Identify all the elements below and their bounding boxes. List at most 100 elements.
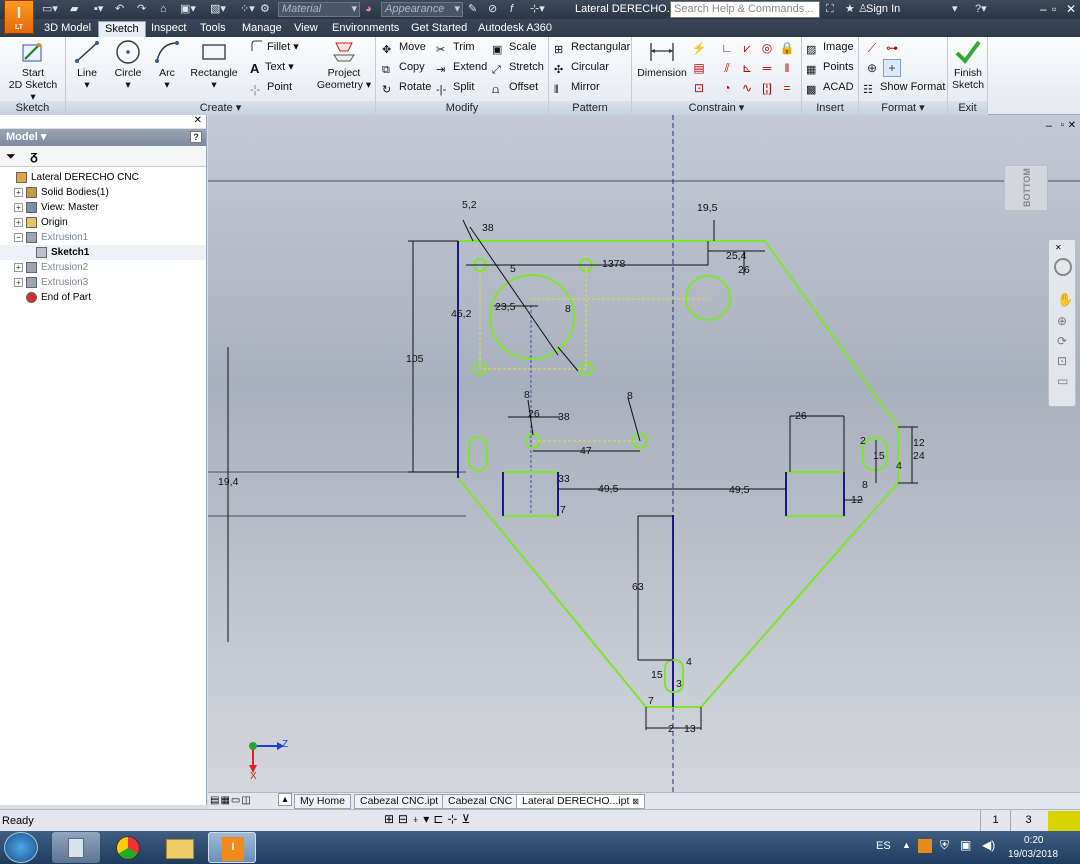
- close-icon[interactable]: ✕: [1066, 2, 1076, 16]
- open-icon[interactable]: ▰: [70, 2, 78, 17]
- save-icon[interactable]: ▪▾: [94, 2, 103, 17]
- dim-label[interactable]: 2: [668, 723, 674, 735]
- dim-label[interactable]: 38: [558, 411, 570, 423]
- tab-a360[interactable]: Autodesk A360: [472, 21, 558, 37]
- search-input[interactable]: Search Help & Commands...: [670, 1, 820, 18]
- doc-tab-lateral-active[interactable]: Lateral DERECHO...ipt ⊠: [516, 794, 645, 809]
- dim-label[interactable]: 12: [913, 437, 925, 449]
- tree-expand-icon[interactable]: +: [14, 218, 23, 227]
- dim-label[interactable]: 7: [648, 695, 654, 707]
- dim-label[interactable]: 8: [862, 479, 868, 491]
- tree-node[interactable]: + Extrusion3: [0, 275, 206, 290]
- fx-icon[interactable]: f: [510, 2, 513, 17]
- tree-node[interactable]: + View: Master: [0, 200, 206, 215]
- stretch-button[interactable]: ⤢ Stretch: [492, 58, 544, 76]
- driven-dimension-icon[interactable]: +: [883, 59, 901, 77]
- minimize-icon[interactable]: –: [1040, 2, 1047, 16]
- taskbar-inventor[interactable]: I: [208, 832, 256, 863]
- dimension-button[interactable]: Dimension: [636, 39, 688, 79]
- tree-expand-icon[interactable]: −: [14, 233, 23, 242]
- browser-title[interactable]: Model ▾ ?: [0, 129, 206, 146]
- zoom-icon[interactable]: ⊕: [1057, 314, 1067, 328]
- taskbar-chrome[interactable]: [104, 832, 152, 863]
- doc-tab-cabezal-ipt[interactable]: Cabezal CNC.ipt: [354, 794, 445, 809]
- coincident-icon[interactable]: ∟: [718, 39, 736, 57]
- dim-label[interactable]: 3: [676, 678, 682, 690]
- tree-node[interactable]: + Origin: [0, 215, 206, 230]
- extend-button[interactable]: ⇥ Extend: [436, 58, 487, 76]
- tab-view[interactable]: View: [288, 21, 324, 37]
- clock-date[interactable]: 19/03/2018: [1008, 849, 1058, 860]
- rectangle-button[interactable]: Rectangle ▾: [188, 39, 240, 91]
- horizontal-icon[interactable]: ═: [758, 59, 776, 77]
- tangent-icon[interactable]: ◔: [718, 79, 736, 97]
- help-icon[interactable]: ?▾: [975, 2, 987, 17]
- tree-node[interactable]: Sketch1: [0, 245, 206, 260]
- browser-help-icon[interactable]: ?: [190, 131, 202, 143]
- taskbar-calculator[interactable]: [52, 832, 100, 863]
- tab-manage[interactable]: Manage: [236, 21, 288, 37]
- arc-button[interactable]: Arc ▾: [152, 39, 182, 91]
- plus-icon[interactable]: ⊹▾: [530, 2, 545, 17]
- parallel-icon[interactable]: ⫽: [718, 59, 736, 77]
- tab-sketch[interactable]: Sketch: [98, 21, 146, 37]
- concentric-icon[interactable]: ◎: [758, 39, 776, 57]
- dim-label[interactable]: 24: [913, 450, 925, 462]
- tab-menu-icon[interactable]: ▴: [278, 793, 292, 806]
- vertical-icon[interactable]: ‖: [778, 59, 796, 77]
- centerline-icon[interactable]: ⊶: [883, 39, 901, 57]
- fillet-button[interactable]: Fillet ▾: [250, 38, 299, 56]
- tree-expand-icon[interactable]: +: [14, 263, 23, 272]
- new-icon[interactable]: ▭▾: [42, 2, 58, 17]
- update-icon[interactable]: ▧▾: [210, 2, 226, 17]
- start-button[interactable]: [4, 832, 38, 863]
- dim-label[interactable]: 26: [738, 264, 750, 276]
- binoculars-icon[interactable]: ⛶: [826, 2, 834, 17]
- tab-inspect[interactable]: Inspect: [145, 21, 192, 37]
- tab-get-started[interactable]: Get Started: [405, 21, 473, 37]
- dim-label[interactable]: 2: [860, 435, 866, 447]
- signin-dropdown-icon[interactable]: ▾: [952, 2, 958, 17]
- dim-label[interactable]: 33: [558, 473, 570, 485]
- navbar-close-icon[interactable]: ✕: [1055, 243, 1062, 252]
- redo-icon[interactable]: ↷: [137, 2, 146, 17]
- circle-button[interactable]: Circle ▾: [110, 39, 146, 91]
- rectangular-pattern-button[interactable]: ⊞ Rectangular: [554, 38, 630, 56]
- dim-label[interactable]: 26: [795, 410, 807, 422]
- auto-dimension-icon[interactable]: ⚡: [690, 39, 708, 57]
- dim-label[interactable]: 7: [560, 504, 566, 516]
- constraint-settings-icon[interactable]: ▤: [690, 59, 708, 77]
- dim-label[interactable]: 105: [406, 353, 424, 365]
- acad-button[interactable]: ▩ ACAD: [806, 78, 854, 96]
- tab-environments[interactable]: Environments: [326, 21, 405, 37]
- dim-label[interactable]: 1378: [602, 258, 625, 270]
- dim-label[interactable]: 5: [510, 263, 516, 275]
- clock-time[interactable]: 0:20: [1024, 835, 1043, 846]
- doc-tab-home[interactable]: My Home: [294, 794, 351, 809]
- dim-label[interactable]: 38: [482, 222, 494, 234]
- tree-node[interactable]: Lateral DERECHO CNC: [0, 170, 206, 185]
- dim-label[interactable]: 5,2: [462, 199, 477, 211]
- scale-button[interactable]: ▣ Scale: [492, 38, 537, 56]
- text-button[interactable]: A Text ▾: [250, 58, 294, 76]
- home-icon[interactable]: ⌂: [160, 2, 167, 17]
- dim-label[interactable]: 26: [528, 408, 540, 420]
- mirror-button[interactable]: ⫴ Mirror: [554, 78, 600, 96]
- filter-icon[interactable]: ⏷: [6, 149, 16, 164]
- view-face-icon[interactable]: ▭: [1057, 374, 1068, 388]
- tree-expand-icon[interactable]: +: [14, 188, 23, 197]
- dim-label[interactable]: 8: [524, 389, 530, 401]
- settings-icon[interactable]: ⚙: [260, 2, 270, 17]
- tree-expand-icon[interactable]: +: [14, 203, 23, 212]
- tree-node[interactable]: + Solid Bodies(1): [0, 185, 206, 200]
- undo-icon[interactable]: ↶: [115, 2, 124, 17]
- material-select[interactable]: Material ▾: [278, 2, 360, 17]
- dim-label[interactable]: 12: [851, 494, 863, 506]
- start-2d-sketch-button[interactable]: Start 2D Sketch ▾: [6, 39, 60, 103]
- clear-icon[interactable]: ⊘: [488, 2, 497, 17]
- collinear-icon[interactable]: ⩗: [738, 39, 756, 57]
- line-button[interactable]: Line ▾: [72, 39, 102, 91]
- copy-button[interactable]: ⧉ Copy: [382, 58, 425, 76]
- viewcube[interactable]: BOTTOM: [1004, 165, 1048, 211]
- select-icon[interactable]: ▣▾: [180, 2, 196, 17]
